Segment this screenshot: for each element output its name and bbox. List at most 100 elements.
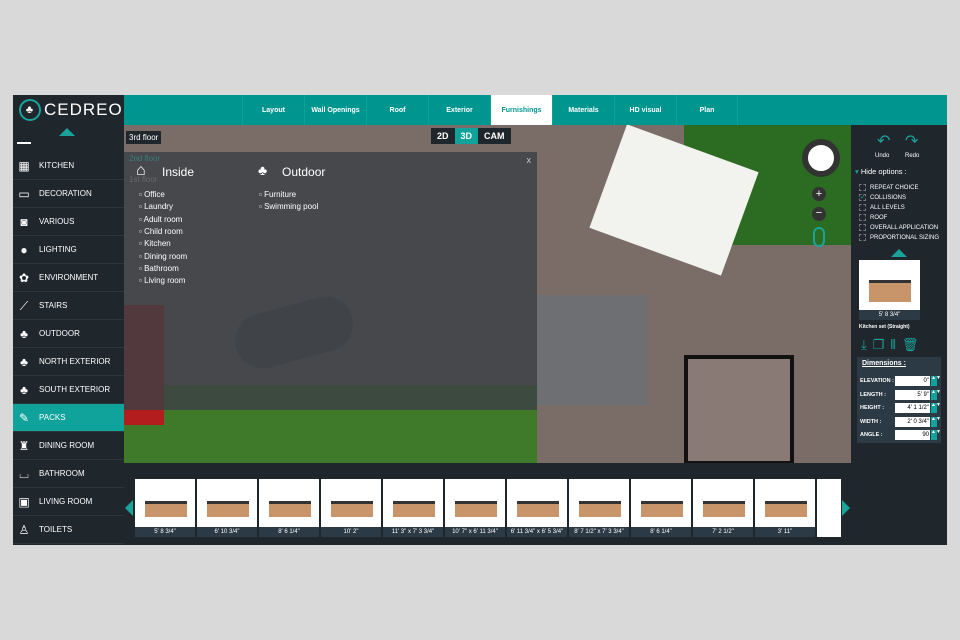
redo-icon[interactable]: ↷ <box>905 131 918 151</box>
zoom-in-button[interactable]: + <box>812 187 826 201</box>
sidebar-item-south-exterior[interactable]: ♣ SOUTH EXTERIOR <box>13 376 124 404</box>
item-image <box>197 479 257 527</box>
stepper-icon[interactable]: ▲▼ <box>931 376 941 386</box>
sidebar-item-label: VARIOUS <box>39 217 75 226</box>
dimension-input[interactable]: 4' 1 1/2" <box>895 403 930 413</box>
close-overlay-button[interactable]: x <box>527 155 532 165</box>
item-image <box>631 479 691 527</box>
floor-3rd[interactable]: 3rd floor <box>126 131 162 144</box>
sidebar-item-stairs[interactable]: ⟋ STAIRS <box>13 292 124 320</box>
tab-wall-openings[interactable]: Wall Openings <box>304 95 366 125</box>
floor-1st[interactable]: 1st floor <box>126 173 160 186</box>
3d-viewport[interactable]: x ⌂ Inside ♣ Outdoor ▫ Office ▫ Laundry ▫ … <box>124 125 851 463</box>
stepper-icon[interactable]: ▲▼ <box>931 416 941 427</box>
outdoor-item[interactable]: ▫ Furniture <box>259 190 296 199</box>
item-image <box>135 479 195 527</box>
sidebar-item-kitchen[interactable]: ▦ KITCHEN <box>13 152 124 180</box>
tab-roof[interactable]: Roof <box>366 95 428 125</box>
room <box>684 355 794 463</box>
mode-3d-button[interactable]: 3D <box>454 128 479 144</box>
checkbox[interactable] <box>859 224 866 231</box>
catalog-item[interactable]: 3' 11" <box>755 479 815 539</box>
stepper-icon[interactable]: ▲▼ <box>931 403 941 413</box>
tab-exterior[interactable]: Exterior <box>428 95 490 125</box>
drop-icon[interactable]: ⤓ <box>861 337 867 353</box>
inside-item[interactable]: ▫ Adult room <box>139 215 182 224</box>
catalog-item[interactable]: 11' 3" x 7' 3 3/4" <box>383 479 443 539</box>
sidebar-item-lighting[interactable]: ● LIGHTING <box>13 236 124 264</box>
inside-item[interactable]: ▫ Office <box>139 190 165 199</box>
dimension-input[interactable]: 2' 0 3/4" <box>895 416 930 427</box>
catalog-item[interactable]: 5' 8 3/4" <box>135 479 195 539</box>
category-sidebar: ▦ KITCHEN ▭ DECORATION ◙ VARIOUS ● LIGHTING ✿ ENV… <box>13 125 124 545</box>
sidebar-item-decoration[interactable]: ▭ DECORATION <box>13 180 124 208</box>
hide-options-toggle[interactable]: ▾ Hide options : <box>855 167 907 176</box>
catalog-item[interactable]: 8' 7 1/2" x 7' 3 3/4" <box>569 479 629 539</box>
inside-item[interactable]: ▫ Kitchen <box>139 239 171 248</box>
floor-2nd[interactable]: 2nd floor <box>126 152 163 165</box>
navigation-pad[interactable] <box>802 139 840 177</box>
catalog-item[interactable]: 8' 6 1/4" <box>259 479 319 539</box>
undo-button[interactable]: Undo <box>875 153 889 159</box>
duplicate-icon[interactable]: ❐ <box>873 337 885 353</box>
sidebar-item-dining-room[interactable]: ♜ DINING ROOM <box>13 432 124 460</box>
sidebar-item-living-room[interactable]: ▣ LIVING ROOM <box>13 488 124 516</box>
strip-next-button[interactable] <box>842 500 850 516</box>
sidebar-item-packs[interactable]: ✎ PACKS <box>13 404 124 432</box>
dimension-input[interactable]: 0" <box>895 376 930 386</box>
sidebar-item-outdoor[interactable]: ♣ OUTDOOR <box>13 320 124 348</box>
option-checkbox[interactable]: ✓ COLLISIONS <box>859 194 906 201</box>
tab-hd-visual[interactable]: HD visual <box>614 95 676 125</box>
dimension-input[interactable]: 90 <box>895 430 930 440</box>
catalog-item[interactable]: 6' 10 3/4" <box>197 479 257 539</box>
zoom-out-button[interactable]: − <box>812 207 826 221</box>
tab-plan[interactable]: Plan <box>676 95 738 125</box>
sidebar-item-various[interactable]: ◙ VARIOUS <box>13 208 124 236</box>
sidebar-item-toilets[interactable]: ♙ TOILETS <box>13 516 124 544</box>
trash-icon[interactable]: 🗑 <box>902 337 919 353</box>
sidebar-item-north-exterior[interactable]: ♣ NORTH EXTERIOR <box>13 348 124 376</box>
stepper-icon[interactable]: ▲▼ <box>931 389 941 400</box>
sidebar-item-environment[interactable]: ✿ ENVIRONMENT <box>13 264 124 292</box>
app: ♣ CEDREO Layout Wall Openings Roof Exteri… <box>13 95 947 545</box>
option-checkbox[interactable]: ROOF <box>859 214 887 221</box>
tab-layout[interactable]: Layout <box>242 95 304 125</box>
tab-materials[interactable]: Materials <box>552 95 614 125</box>
option-checkbox[interactable]: ALL LEVELS <box>859 204 905 211</box>
mirror-icon[interactable]: ⫴ <box>890 337 895 353</box>
inside-item[interactable]: ▫ Laundry <box>139 202 173 211</box>
catalog-item[interactable]: 8' 6 1/4" <box>631 479 691 539</box>
option-checkbox[interactable]: OVERALL APPLICATION <box>859 224 938 231</box>
checkbox[interactable] <box>859 204 866 211</box>
mode-2d-button[interactable]: 2D <box>431 128 455 144</box>
catalog-item[interactable]: 10' 2" <box>321 479 381 539</box>
option-checkbox[interactable]: PROPORTIONAL SIZING <box>859 234 939 241</box>
strip-prev-button[interactable] <box>125 500 133 516</box>
outdoor-title: Outdoor <box>282 165 326 179</box>
checkbox[interactable] <box>859 184 866 191</box>
sidebar-item-bathroom[interactable]: ⌴ BATHROOM <box>13 460 124 488</box>
checkbox[interactable] <box>859 234 866 241</box>
checkbox[interactable]: ✓ <box>859 194 866 201</box>
inside-item[interactable]: ▫ Child room <box>139 227 183 236</box>
catalog-item[interactable]: 10' 7" x 6' 11 3/4" <box>445 479 505 539</box>
checkbox[interactable] <box>859 214 866 221</box>
scroll-up-icon[interactable] <box>59 128 75 136</box>
catalog-item-partial[interactable] <box>817 479 841 539</box>
dimension-input[interactable]: 5' 9" <box>895 389 930 400</box>
outdoor-item[interactable]: ▫ Swimming pool <box>259 202 318 211</box>
undo-icon[interactable]: ↶ <box>877 131 890 151</box>
tab-furnishings[interactable]: Furnishings <box>490 95 552 125</box>
stepper-icon[interactable]: ▲▼ <box>931 430 941 440</box>
inside-item[interactable]: ▫ Dining room <box>139 252 187 261</box>
catalog-item[interactable]: 7' 2 1/2" <box>693 479 753 539</box>
option-checkbox[interactable]: REPEAT CHOICE <box>859 184 918 191</box>
cedreo-logo[interactable]: ♣ CEDREO <box>13 95 124 125</box>
collapse-icon[interactable] <box>891 249 907 257</box>
redo-button[interactable]: Redo <box>905 153 919 159</box>
inside-item[interactable]: ▫ Living room <box>139 276 185 285</box>
mode-cam-button[interactable]: CAM <box>478 128 511 144</box>
catalog-item[interactable]: 6' 11 3/4" x 6' 5 3/4" <box>507 479 567 539</box>
sidebar-item-label: PACKS <box>39 413 66 422</box>
inside-item[interactable]: ▫ Bathroom <box>139 264 179 273</box>
